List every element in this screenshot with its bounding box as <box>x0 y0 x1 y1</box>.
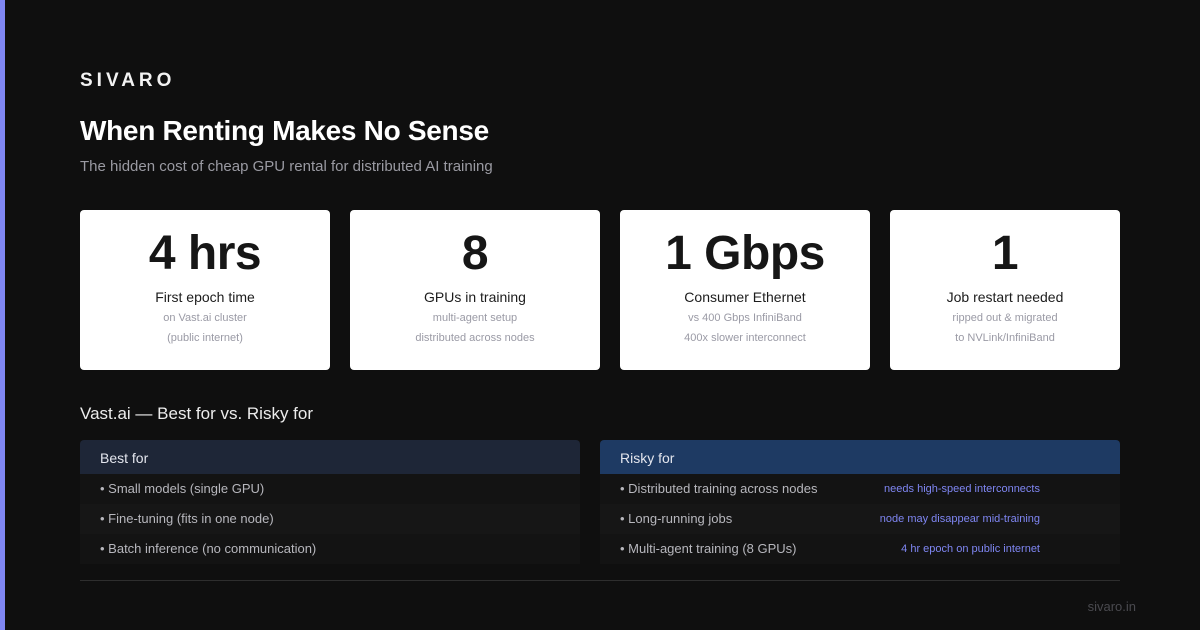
stat-card-epoch-time: 4 hrs First epoch time on Vast.ai cluste… <box>80 210 330 370</box>
footer-url: sivaro.in <box>1087 599 1136 614</box>
stat-note: vs 400 Gbps InfiniBand <box>688 312 802 324</box>
list-item-text: • Distributed training across nodes <box>620 481 818 496</box>
stat-value: 4 hrs <box>148 227 262 280</box>
stat-card-restart: 1 Job restart needed ripped out & migrat… <box>890 210 1120 370</box>
list-item-text: • Batch inference (no communication) <box>100 541 317 556</box>
brand-logo: SIVARO <box>80 70 176 91</box>
stat-label: Job restart needed <box>946 289 1064 305</box>
stat-label: GPUs in training <box>424 289 526 305</box>
list-item-note: 4 hr epoch on public internet <box>901 543 1040 555</box>
list-item: • Multi-agent training (8 GPUs) 4 hr epo… <box>600 534 1120 564</box>
page-title: When Renting Makes No Sense <box>80 115 489 146</box>
stat-note: to NVLink/InfiniBand <box>955 332 1055 344</box>
stat-note: distributed across nodes <box>415 332 535 344</box>
stat-card-gpus: 8 GPUs in training multi-agent setup dis… <box>350 210 600 370</box>
stat-label: First epoch time <box>155 289 255 305</box>
comparison-title: Vast.ai — Best for vs. Risky for <box>80 404 314 423</box>
stat-note: 400x slower interconnect <box>684 332 806 344</box>
stat-note: ripped out & migrated <box>952 312 1058 324</box>
list-item: • Fine-tuning (fits in one node) <box>80 504 580 534</box>
risky-for-list: • Distributed training across nodes need… <box>600 474 1120 564</box>
list-item-text: • Fine-tuning (fits in one node) <box>100 511 274 526</box>
stat-note: (public internet) <box>167 332 243 344</box>
risky-for-header: Risky for <box>600 440 1120 474</box>
list-item-text: • Small models (single GPU) <box>100 481 265 496</box>
best-for-panel: Best for • Small models (single GPU) • F… <box>80 440 580 564</box>
list-item-note: node may disappear mid-training <box>879 513 1040 525</box>
stat-value: 1 <box>991 227 1019 280</box>
best-for-header: Best for <box>80 440 580 474</box>
best-for-list: • Small models (single GPU) • Fine-tunin… <box>80 474 580 564</box>
list-item-text: • Multi-agent training (8 GPUs) <box>620 541 797 556</box>
stat-label: Consumer Ethernet <box>684 289 806 305</box>
list-item: • Long-running jobs node may disappear m… <box>600 504 1120 534</box>
stat-value: 1 Gbps <box>665 227 825 280</box>
list-item-text: • Long-running jobs <box>620 511 733 526</box>
list-item: • Small models (single GPU) <box>80 474 580 504</box>
stat-note: multi-agent setup <box>432 312 518 324</box>
stat-note: on Vast.ai cluster <box>163 312 247 324</box>
stat-cards: 4 hrs First epoch time on Vast.ai cluste… <box>80 210 1120 370</box>
accent-bar <box>0 0 5 630</box>
stat-value: 8 <box>461 227 489 280</box>
page-subtitle: The hidden cost of cheap GPU rental for … <box>80 158 493 175</box>
list-item: • Distributed training across nodes need… <box>600 474 1120 504</box>
footer-divider <box>80 580 1120 581</box>
list-item-note: needs high-speed interconnects <box>884 483 1040 495</box>
risky-for-panel: Risky for • Distributed training across … <box>600 440 1120 564</box>
list-item: • Batch inference (no communication) <box>80 534 580 564</box>
stat-card-ethernet: 1 Gbps Consumer Ethernet vs 400 Gbps Inf… <box>620 210 870 370</box>
